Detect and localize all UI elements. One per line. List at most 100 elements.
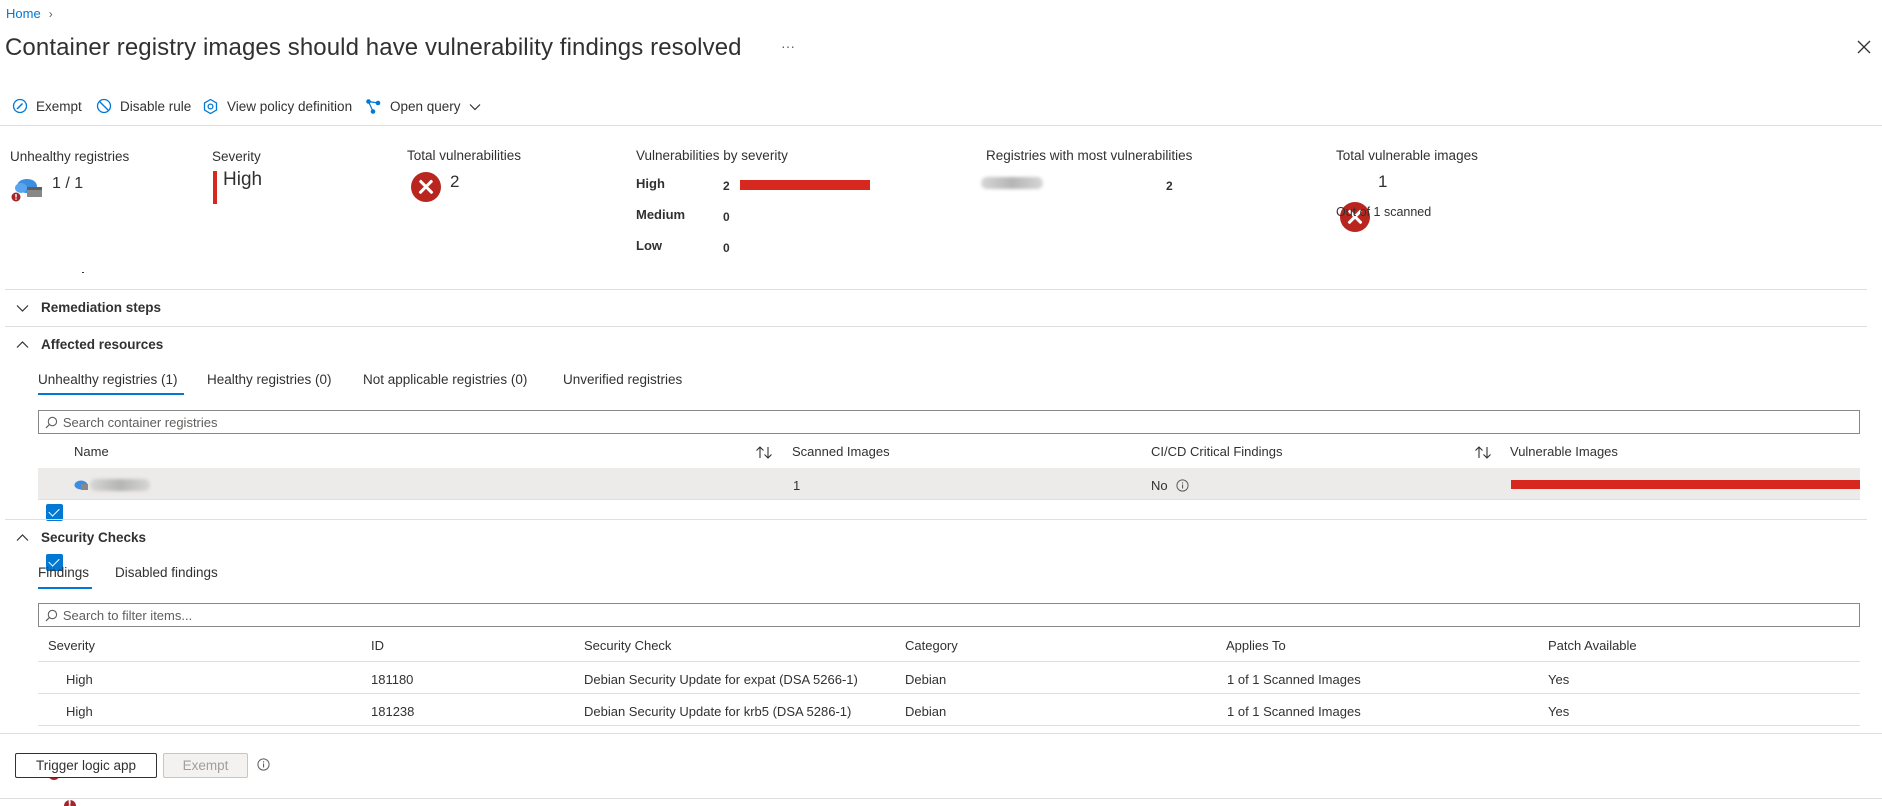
query-icon (366, 99, 381, 114)
policy-icon (203, 98, 218, 115)
column-header-applies-to[interactable]: Applies To (1226, 638, 1286, 653)
affected-resources-section-header[interactable]: Affected resources (16, 337, 163, 352)
vulnerabilities-by-severity-label: Vulnerabilities by severity (636, 148, 788, 163)
most-vulnerable-registries-label: Registries with most vulnerabilities (986, 148, 1193, 163)
column-header-vulnerable-images[interactable]: Vulnerable Images (1510, 444, 1618, 459)
redacted-registry-name[interactable] (90, 479, 150, 491)
finding-id: 181238 (371, 704, 415, 719)
severity-value: High (223, 169, 263, 190)
finding-patch-available: Yes (1548, 672, 1570, 687)
column-header-security-check[interactable]: Security Check (584, 638, 671, 653)
chevron-up-icon (16, 533, 29, 541)
severity-label: Severity (212, 149, 261, 164)
view-policy-definition-button[interactable]: View policy definition (202, 98, 352, 115)
severity-row-low-count: 0 (723, 241, 730, 255)
tab-unhealthy-registries[interactable]: Unhealthy registries (1) (38, 372, 178, 387)
security-checks-section-header[interactable]: Security Checks (16, 530, 146, 545)
close-icon (1857, 40, 1871, 54)
bottom-divider (0, 798, 1882, 799)
row-scanned-images: 1 (793, 478, 801, 493)
column-header-id[interactable]: ID (371, 638, 384, 653)
page-title: Container registry images should have vu… (5, 34, 742, 61)
unhealthy-registries-value: 1 / 1 (52, 175, 84, 192)
vulnerable-images-scanned-text: Out of 1 scanned (1336, 205, 1432, 219)
view-policy-label: View policy definition (227, 99, 353, 114)
finding-applies-to: 1 of 1 Scanned Images (1227, 672, 1361, 687)
tab-unverified-registries[interactable]: Unverified registries (563, 372, 682, 387)
section-divider (5, 326, 1867, 327)
total-vulnerable-images-value: 1 (1378, 172, 1388, 191)
section-divider (5, 519, 1867, 520)
tab-healthy-registries[interactable]: Healthy registries (0) (207, 372, 332, 387)
severity-row-high-count: 2 (723, 179, 730, 193)
tab-disabled-findings[interactable]: Disabled findings (115, 565, 218, 580)
vulnerable-images-bar (1511, 480, 1860, 489)
chevron-down-icon (16, 304, 29, 312)
registry-search-box[interactable] (38, 410, 1860, 434)
severity-row-low-label: Low (636, 238, 662, 253)
disable-rule-label: Disable rule (120, 98, 192, 114)
search-icon (45, 416, 58, 428)
breadcrumb: Home › (6, 6, 53, 21)
finding-category: Debian (905, 672, 947, 687)
container-registry-icon (11, 175, 45, 202)
finding-severity: High (66, 704, 93, 719)
sort-icon[interactable] (755, 445, 773, 460)
most-vulnerable-count: 2 (1166, 179, 1173, 193)
tab-not-applicable-registries[interactable]: Not applicable registries (0) (363, 372, 527, 387)
disable-rule-button[interactable]: Disable rule (96, 98, 191, 114)
affected-resources-title: Affected resources (41, 337, 164, 352)
column-header-severity[interactable]: Severity (48, 638, 95, 653)
chevron-down-icon (469, 103, 480, 110)
finding-patch-available: Yes (1548, 704, 1570, 719)
sort-icon[interactable] (1474, 445, 1492, 460)
info-icon[interactable] (257, 758, 270, 771)
open-query-button[interactable]: Open query (365, 98, 481, 115)
remediation-steps-title: Remediation steps (41, 300, 162, 315)
remediation-steps-section-header[interactable]: Remediation steps (16, 300, 161, 315)
decorative-dot (82, 272, 84, 273)
severity-indicator-bar (213, 171, 217, 204)
finding-security-check: Debian Security Update for expat (DSA 52… (584, 672, 858, 687)
high-severity-icon (63, 799, 76, 806)
toolbar-divider (0, 125, 1882, 126)
close-button[interactable] (1857, 40, 1871, 57)
finding-severity: High (66, 672, 93, 687)
info-icon[interactable] (1176, 479, 1189, 492)
trigger-logic-app-button[interactable]: Trigger logic app (15, 753, 157, 778)
active-tab-indicator (38, 587, 92, 589)
table-row[interactable] (38, 694, 1860, 725)
findings-search-input[interactable] (62, 607, 1859, 623)
column-header-cicd-findings[interactable]: CI/CD Critical Findings (1151, 444, 1282, 459)
finding-category: Debian (905, 704, 947, 719)
error-icon (411, 172, 441, 202)
table-row[interactable] (38, 662, 1860, 693)
tab-findings[interactable]: Findings (38, 565, 89, 580)
chevron-up-icon (16, 340, 29, 348)
findings-search-box[interactable] (38, 603, 1860, 627)
total-vulnerable-images-label: Total vulnerable images (1336, 148, 1478, 163)
security-checks-title: Security Checks (41, 530, 147, 545)
row-cicd-findings: No (1151, 478, 1168, 493)
footer-divider (0, 733, 1882, 734)
column-header-patch-available[interactable]: Patch Available (1548, 638, 1637, 653)
open-query-label: Open query (390, 99, 461, 114)
column-header-category[interactable]: Category (905, 638, 958, 653)
redacted-registry-name[interactable] (981, 177, 1043, 189)
active-tab-indicator (38, 393, 184, 395)
column-header-name[interactable]: Name (74, 444, 109, 459)
severity-row-medium-count: 0 (723, 210, 730, 224)
disable-icon (96, 98, 112, 114)
row-divider (38, 725, 1860, 726)
severity-row-medium-label: Medium (636, 207, 686, 222)
registry-cloud-icon (73, 478, 89, 495)
exempt-button[interactable]: Exempt (163, 753, 248, 778)
column-header-scanned-images[interactable]: Scanned Images (792, 444, 890, 459)
search-icon (45, 609, 58, 621)
breadcrumb-home-link[interactable]: Home (6, 6, 41, 21)
registry-search-input[interactable] (62, 414, 1859, 430)
total-vulnerabilities-label: Total vulnerabilities (407, 148, 522, 163)
more-options-button[interactable]: ··· (781, 38, 795, 54)
exempt-toolbar-button[interactable]: Exempt (12, 98, 82, 114)
breadcrumb-separator: › (48, 6, 53, 21)
